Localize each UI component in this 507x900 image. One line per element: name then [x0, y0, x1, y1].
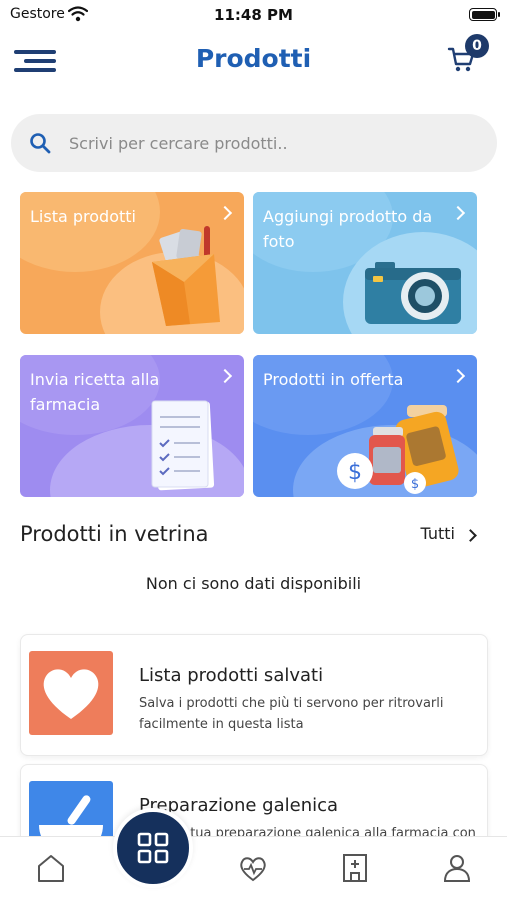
heart-pulse-icon[interactable] — [236, 851, 270, 885]
svg-text:$: $ — [411, 477, 419, 492]
search-bar[interactable] — [11, 114, 497, 172]
tile-prodotti-in-offerta[interactable]: Prodotti in offerta $ $ — [253, 355, 477, 497]
svg-text:$: $ — [348, 460, 362, 485]
camera-icon — [365, 262, 461, 324]
tile-lista-prodotti[interactable]: Lista prodotti — [20, 192, 244, 334]
search-icon — [30, 133, 51, 154]
tile-label: Invia ricetta alla farmacia — [30, 370, 160, 414]
search-input[interactable] — [69, 128, 479, 158]
heart-tile — [29, 651, 113, 735]
pharmacy-icon[interactable] — [338, 851, 372, 885]
chevron-right-icon — [450, 368, 466, 384]
card-title: Lista prodotti salvati — [139, 665, 324, 686]
empty-state-message: Non ci sono dati disponibili — [145, 574, 362, 593]
tile-label: Aggiungi prodotto da foto — [263, 207, 433, 251]
medicine-bag-icon — [152, 226, 220, 326]
see-all-label: Tutti — [420, 524, 455, 543]
chevron-right-icon — [217, 205, 233, 221]
heart-icon — [43, 669, 99, 719]
cart-count-badge: 0 — [465, 34, 489, 58]
offer-jars-icon: $ $ — [337, 405, 459, 494]
grid-icon — [137, 832, 169, 864]
page-title: Prodotti — [195, 44, 312, 73]
chevron-right-icon — [217, 368, 233, 384]
tile-invia-ricetta[interactable]: Invia ricetta alla farmacia — [20, 355, 244, 497]
products-tab-button[interactable] — [113, 808, 193, 888]
battery-icon — [469, 8, 500, 21]
section-title: Prodotti in vetrina — [20, 522, 209, 546]
tile-aggiungi-prodotto-da-foto[interactable]: Aggiungi prodotto da foto — [253, 192, 477, 334]
cart-button[interactable]: 0 — [447, 34, 491, 74]
profile-icon[interactable] — [440, 851, 474, 885]
status-bar: Gestore 11:48 PM — [0, 0, 507, 30]
home-icon[interactable] — [34, 851, 68, 885]
card-saved-products[interactable]: Lista prodotti salvati Salva i prodotti … — [20, 634, 488, 756]
tab-bar — [0, 836, 507, 900]
chevron-right-icon — [450, 205, 466, 221]
clock: 11:48 PM — [214, 6, 293, 24]
card-description: Salva i prodotti che più ti servono per … — [139, 696, 444, 732]
tile-label: Prodotti in offerta — [263, 370, 404, 389]
tile-label: Lista prodotti — [30, 207, 136, 226]
